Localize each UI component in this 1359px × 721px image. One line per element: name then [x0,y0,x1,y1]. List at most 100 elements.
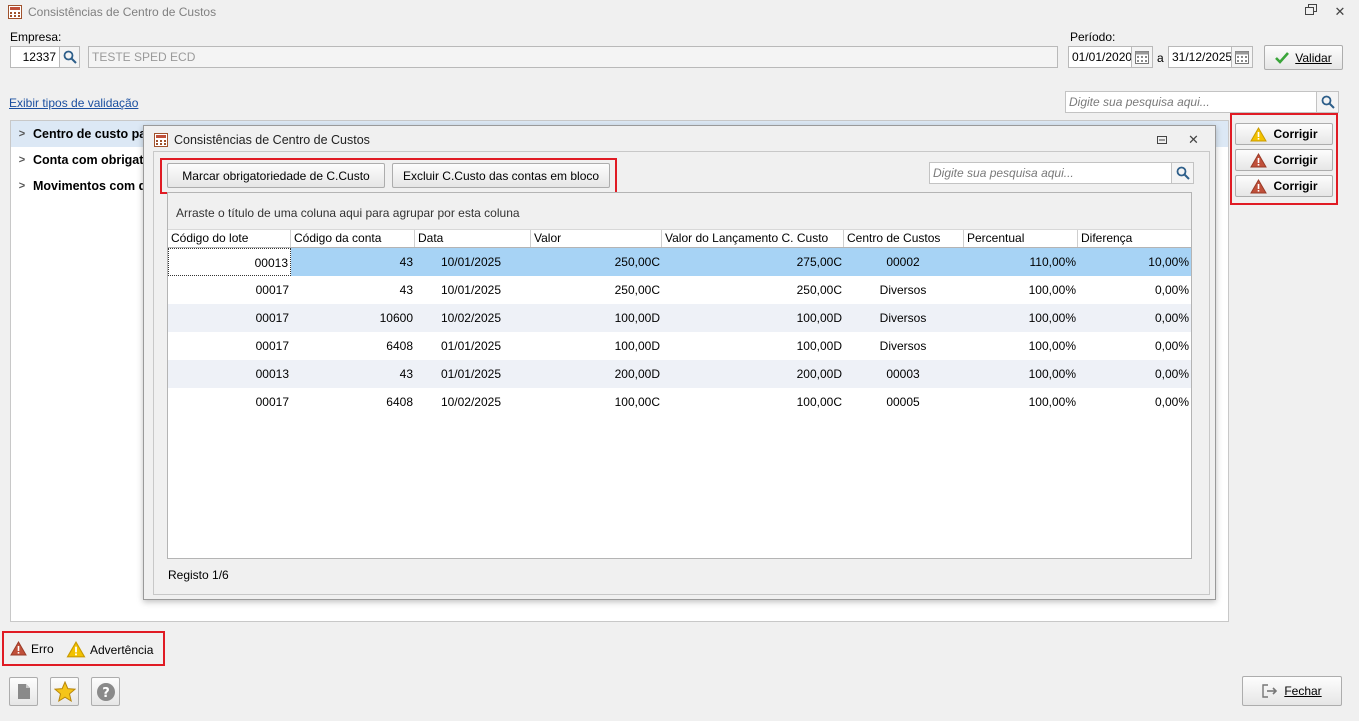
cell-percentual: 110,00% [1029,255,1076,269]
periodo-start-input[interactable]: 01/01/2020 [1068,46,1132,68]
cell-percentual: 100,00% [1028,339,1076,353]
table-row[interactable]: 00017 6408 10/02/2025 100,00C 100,00C 00… [168,388,1191,416]
col-header-centro-custos[interactable]: Centro de Custos [844,230,964,247]
cell-codigo-lote: 00017 [255,339,289,353]
cell-valor-lancamento: 100,00D [796,311,842,325]
cell-valor: 100,00D [614,311,660,325]
restore-window-button[interactable] [1302,4,1320,20]
empresa-name-field: TESTE SPED ECD [88,46,1058,68]
col-header-percentual[interactable]: Percentual [964,230,1078,247]
cell-centro-custos: Diversos [879,283,927,297]
excluir-label: Excluir C.Custo das contas em bloco [402,168,600,183]
cell-data: 10/01/2025 [440,255,501,269]
main-search-input[interactable]: Digite sua pesquisa aqui... [1065,91,1339,113]
cell-valor-lancamento: 250,00C [796,283,842,297]
cell-codigo-conta: 43 [399,283,413,297]
periodo-end-input[interactable]: 31/12/2025 [1168,46,1232,68]
col-header-valor-lancamento[interactable]: Valor do Lançamento C. Custo [662,230,844,247]
cell-data: 01/01/2025 [440,339,501,353]
calculator-icon [8,5,22,19]
consistencias-grid: Arraste o título de uma coluna aqui para… [167,192,1192,559]
cell-valor: 100,00D [614,339,660,353]
table-row[interactable]: 00017 43 10/01/2025 250,00C 250,00C Dive… [168,276,1191,304]
table-row[interactable]: 00017 10600 10/02/2025 100,00D 100,00D D… [168,304,1191,332]
cell-diferenca: 0,00% [1154,283,1189,297]
favorite-button[interactable] [50,677,79,706]
cell-centro-custos: 00002 [886,255,920,269]
cell-percentual: 100,00% [1028,395,1076,409]
cell-codigo-conta: 6408 [386,395,413,409]
grid-body: 00013 43 10/01/2025 250,00C 275,00C 0000… [168,248,1191,416]
cell-percentual: 100,00% [1028,367,1076,381]
corrigir-button-2[interactable]: Corrigir [1235,149,1333,171]
col-header-codigo-conta[interactable]: Código da conta [291,230,415,247]
cell-valor: 250,00C [614,255,660,269]
cell-percentual: 100,00% [1028,311,1076,325]
cell-valor-lancamento: 100,00D [796,339,842,353]
checkmark-icon [1275,51,1290,64]
col-header-diferenca[interactable]: Diferença [1078,230,1191,247]
cell-codigo-lote: 00017 [255,395,289,409]
cell-centro-custos: 00005 [886,395,920,409]
cell-diferenca: 0,00% [1154,311,1189,325]
chevron-right-icon: > [18,128,26,140]
restore-icon [1305,4,1317,15]
corrigir-label: Corrigir [1273,153,1318,167]
empresa-code-input[interactable]: 12337 [10,46,60,68]
dialog-close-button[interactable]: ✕ [1188,132,1202,147]
cell-valor-lancamento: 200,00D [796,367,842,381]
exibir-tipos-link[interactable]: Exibir tipos de validação [9,96,138,110]
excluir-ccusto-button[interactable]: Excluir C.Custo das contas em bloco [392,163,610,188]
periodo-separator: a [1157,51,1164,65]
help-icon: ? [96,682,115,701]
corrigir-button-1[interactable]: Corrigir [1235,123,1333,145]
cell-percentual: 100,00% [1028,283,1076,297]
warning-triangle-icon [66,641,86,658]
corrigir-label: Corrigir [1273,179,1318,193]
dialog-search-button[interactable] [1171,163,1193,183]
magnifier-icon [1176,166,1190,180]
close-window-button[interactable]: ✕ [1331,4,1349,20]
cell-codigo-lote: 00013 [255,367,289,381]
close-icon: ✕ [1188,132,1199,147]
cell-data: 10/01/2025 [440,283,501,297]
corrigir-button-3[interactable]: Corrigir [1235,175,1333,197]
title-bar: Consistências de Centro de Custos ✕ [0,0,1359,26]
error-triangle-icon [1250,152,1268,167]
col-header-data[interactable]: Data [415,230,531,247]
document-icon [17,684,30,699]
cell-centro-custos: 00003 [886,367,920,381]
cell-valor: 250,00C [614,283,660,297]
calendar-icon [1235,51,1249,64]
tree-item-label: Conta com obrigato [33,153,152,167]
help-button[interactable]: ? [91,677,120,706]
marcar-obrigatoriedade-button[interactable]: Marcar obrigatoriedade de C.Custo [167,163,385,188]
main-search-button[interactable] [1316,92,1338,112]
fechar-button[interactable]: Fechar [1242,676,1342,706]
chevron-right-icon: > [18,154,26,166]
dialog-title: Consistências de Centro de Custos [174,133,370,147]
col-header-valor[interactable]: Valor [531,230,662,247]
svg-text:?: ? [102,686,110,701]
close-icon: ✕ [1334,4,1346,19]
group-by-area[interactable]: Arraste o título de uma coluna aqui para… [168,193,1191,230]
periodo-end-calendar-button[interactable] [1231,46,1253,68]
new-document-button[interactable] [9,677,38,706]
group-hint: Arraste o título de uma coluna aqui para… [176,206,520,220]
table-row[interactable]: 00017 6408 01/01/2025 100,00D 100,00D Di… [168,332,1191,360]
cell-codigo-lote: 00017 [255,283,289,297]
validar-button[interactable]: Validar [1264,45,1343,70]
periodo-start-calendar-button[interactable] [1131,46,1153,68]
empresa-search-button[interactable] [59,46,80,68]
dialog-minimize-button[interactable] [1156,134,1170,146]
cell-codigo-conta: 43 [399,255,413,269]
table-row[interactable]: 00013 43 01/01/2025 200,00D 200,00D 0000… [168,360,1191,388]
col-header-codigo-lote[interactable]: Código do lote [168,230,291,247]
legend-advertencia: Advertência [66,641,153,658]
cell-codigo-conta: 43 [399,367,413,381]
minimize-icon [1157,136,1167,144]
table-row[interactable]: 00013 43 10/01/2025 250,00C 275,00C 0000… [168,248,1191,276]
empresa-label: Empresa: [10,30,62,44]
dialog-search-input[interactable]: Digite sua pesquisa aqui... [929,162,1194,184]
cell-codigo-lote: 00017 [255,311,289,325]
